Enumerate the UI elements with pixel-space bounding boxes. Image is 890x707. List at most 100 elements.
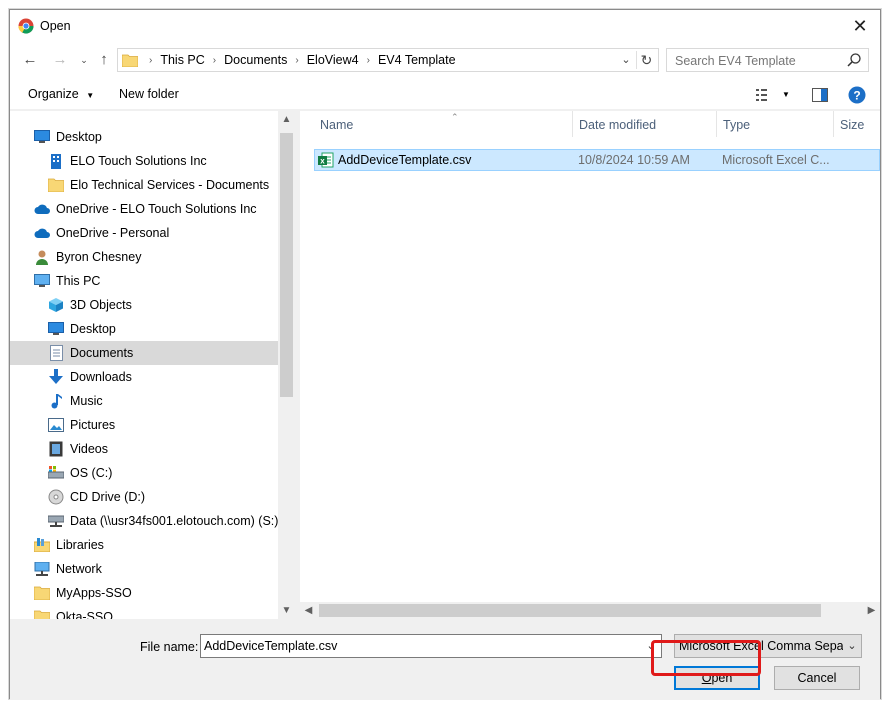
sidebar-item-label: Downloads: [70, 370, 132, 384]
cloud-icon: [34, 225, 50, 241]
file-type-value: Microsoft Excel Comma Separated Values F…: [679, 639, 843, 653]
sidebar-item[interactable]: 3D Objects: [10, 293, 278, 317]
library-icon: [34, 537, 50, 553]
recent-locations-chevron-icon[interactable]: ⌄: [74, 50, 94, 70]
sidebar-item-label: This PC: [56, 274, 101, 288]
sidebar-item[interactable]: Downloads: [10, 365, 278, 389]
sidebar-item[interactable]: OneDrive - ELO Touch Solutions Inc: [10, 197, 278, 221]
sidebar-item[interactable]: This PC: [10, 269, 278, 293]
up-arrow-icon[interactable]: ↑: [94, 50, 114, 70]
sidebar-item[interactable]: Data (\\usr34fs001.elotouch.com) (S:): [10, 509, 278, 533]
sidebar-item[interactable]: ELO Touch Solutions Inc: [10, 149, 278, 173]
search-input[interactable]: Search EV4 Template: [675, 54, 796, 68]
file-date-modified: 10/8/2024 10:59 AM: [578, 153, 690, 167]
breadcrumb-separator-icon: ›: [149, 54, 153, 66]
column-header-size[interactable]: Size: [834, 111, 880, 137]
file-name-value: AddDeviceTemplate.csv: [204, 639, 338, 653]
sidebar-item[interactable]: Pictures: [10, 413, 278, 437]
forward-arrow-icon[interactable]: →: [50, 50, 70, 70]
dialog-footer: File name: AddDeviceTemplate.csv ⌄ Micro…: [10, 619, 880, 700]
sidebar-item[interactable]: OS (C:): [10, 461, 278, 485]
sidebar-item-label: Documents: [70, 346, 134, 360]
file-list: ⌃ Name Date modified Type Size x AddDevi…: [300, 111, 880, 619]
folder-icon: [34, 585, 50, 601]
sidebar-item[interactable]: Music: [10, 389, 278, 413]
sidebar-item[interactable]: OneDrive - Personal: [10, 221, 278, 245]
breadcrumb-separator-icon[interactable]: ›: [209, 55, 220, 66]
folder-icon: [34, 609, 50, 619]
building-icon: [48, 153, 64, 169]
file-name-field[interactable]: AddDeviceTemplate.csv ⌄: [200, 634, 662, 658]
user-icon: [34, 249, 50, 265]
scrollbar-thumb[interactable]: [319, 604, 821, 617]
close-icon[interactable]: ✕: [846, 13, 874, 39]
sidebar-item[interactable]: Okta-SSO: [10, 605, 278, 619]
sidebar-item[interactable]: CD Drive (D:): [10, 485, 278, 509]
file-type: Microsoft Excel C...: [722, 153, 830, 167]
sidebar-item[interactable]: Videos: [10, 437, 278, 461]
scroll-right-icon[interactable]: ▶: [863, 602, 880, 619]
search-icon[interactable]: [846, 52, 862, 68]
column-header-type[interactable]: Type: [717, 111, 834, 137]
breadcrumb-item[interactable]: EloView4: [303, 53, 363, 67]
back-arrow-icon[interactable]: ←: [20, 50, 40, 70]
breadcrumb-separator-icon[interactable]: ›: [291, 55, 302, 66]
computer-icon: [34, 273, 50, 289]
folder-icon: [122, 54, 138, 67]
preview-pane-icon[interactable]: [812, 88, 828, 102]
new-folder-button[interactable]: New folder: [119, 87, 179, 101]
breadcrumb-item[interactable]: Documents: [220, 53, 291, 67]
open-button[interactable]: Open: [674, 666, 760, 690]
breadcrumb-item[interactable]: EV4 Template: [374, 53, 460, 67]
excel-csv-file-icon: x: [318, 152, 334, 168]
navigation-scrollbar[interactable]: ▲ ▼: [278, 111, 295, 619]
organize-label: Organize: [28, 87, 79, 101]
scrollbar-thumb[interactable]: [280, 133, 293, 397]
sort-ascending-icon: ⌃: [451, 112, 459, 122]
organize-button[interactable]: Organize ▼: [28, 87, 94, 101]
command-toolbar: Organize ▼ New folder ▼ ?: [10, 78, 880, 110]
sidebar-item[interactable]: Libraries: [10, 533, 278, 557]
network-drive-icon: [48, 513, 64, 529]
sidebar-item-label: Desktop: [70, 322, 116, 336]
sidebar-item[interactable]: Elo Technical Services - Documents: [10, 173, 278, 197]
breadcrumb-separator-icon[interactable]: ›: [363, 55, 374, 66]
document-icon: [48, 345, 64, 361]
scroll-down-icon[interactable]: ▼: [278, 602, 295, 619]
search-box[interactable]: Search EV4 Template: [666, 48, 869, 72]
navigation-pane: Desktop ELO Touch Solutions Inc Elo Techni…: [10, 111, 295, 619]
sidebar-item-label: Okta-SSO: [56, 610, 113, 619]
help-icon[interactable]: ?: [848, 86, 866, 104]
sidebar-item[interactable]: Byron Chesney: [10, 245, 278, 269]
scroll-up-icon[interactable]: ▲: [278, 111, 295, 128]
window-title: Open: [40, 19, 71, 33]
horizontal-scrollbar[interactable]: ◀ ▶: [300, 602, 880, 619]
cancel-button[interactable]: Cancel: [774, 666, 860, 690]
sidebar-item[interactable]: Network: [10, 557, 278, 581]
sidebar-item[interactable]: MyApps-SSO: [10, 581, 278, 605]
network-icon: [34, 561, 50, 577]
chevron-down-icon[interactable]: ⌄: [643, 637, 659, 655]
desktop-icon: [48, 321, 64, 337]
sidebar-item[interactable]: Documents: [10, 341, 278, 365]
address-bar[interactable]: › This PC › Documents › EloView4 › EV4 T…: [117, 48, 659, 72]
view-dropdown-chevron-icon[interactable]: ▼: [782, 90, 790, 99]
sidebar-item[interactable]: Desktop: [10, 125, 278, 149]
refresh-icon[interactable]: ↻: [636, 51, 656, 69]
file-row[interactable]: x AddDeviceTemplate.csv 10/8/2024 10:59 …: [314, 149, 880, 171]
sidebar-item[interactable]: Desktop: [10, 317, 278, 341]
sidebar-item-label: Pictures: [70, 418, 116, 432]
navigation-bar: ← → ⌄ ↑ › This PC › Documents › EloView4…: [10, 42, 880, 78]
sidebar-item-label: OneDrive - ELO Touch Solutions Inc: [56, 202, 257, 216]
file-name-label: File name:: [140, 640, 199, 654]
breadcrumb-item[interactable]: This PC: [156, 53, 208, 67]
address-dropdown-chevron-icon[interactable]: ⌄: [618, 51, 634, 69]
view-options-icon[interactable]: [756, 89, 774, 101]
cd-icon: [48, 489, 64, 505]
scroll-left-icon[interactable]: ◀: [300, 602, 317, 619]
file-type-select[interactable]: Microsoft Excel Comma Separated Values F…: [674, 634, 862, 658]
sidebar-item-label: Music: [70, 394, 103, 408]
column-header-date-modified[interactable]: Date modified: [573, 111, 717, 137]
column-header-name[interactable]: ⌃ Name: [314, 111, 573, 137]
cube-icon: [48, 297, 64, 313]
